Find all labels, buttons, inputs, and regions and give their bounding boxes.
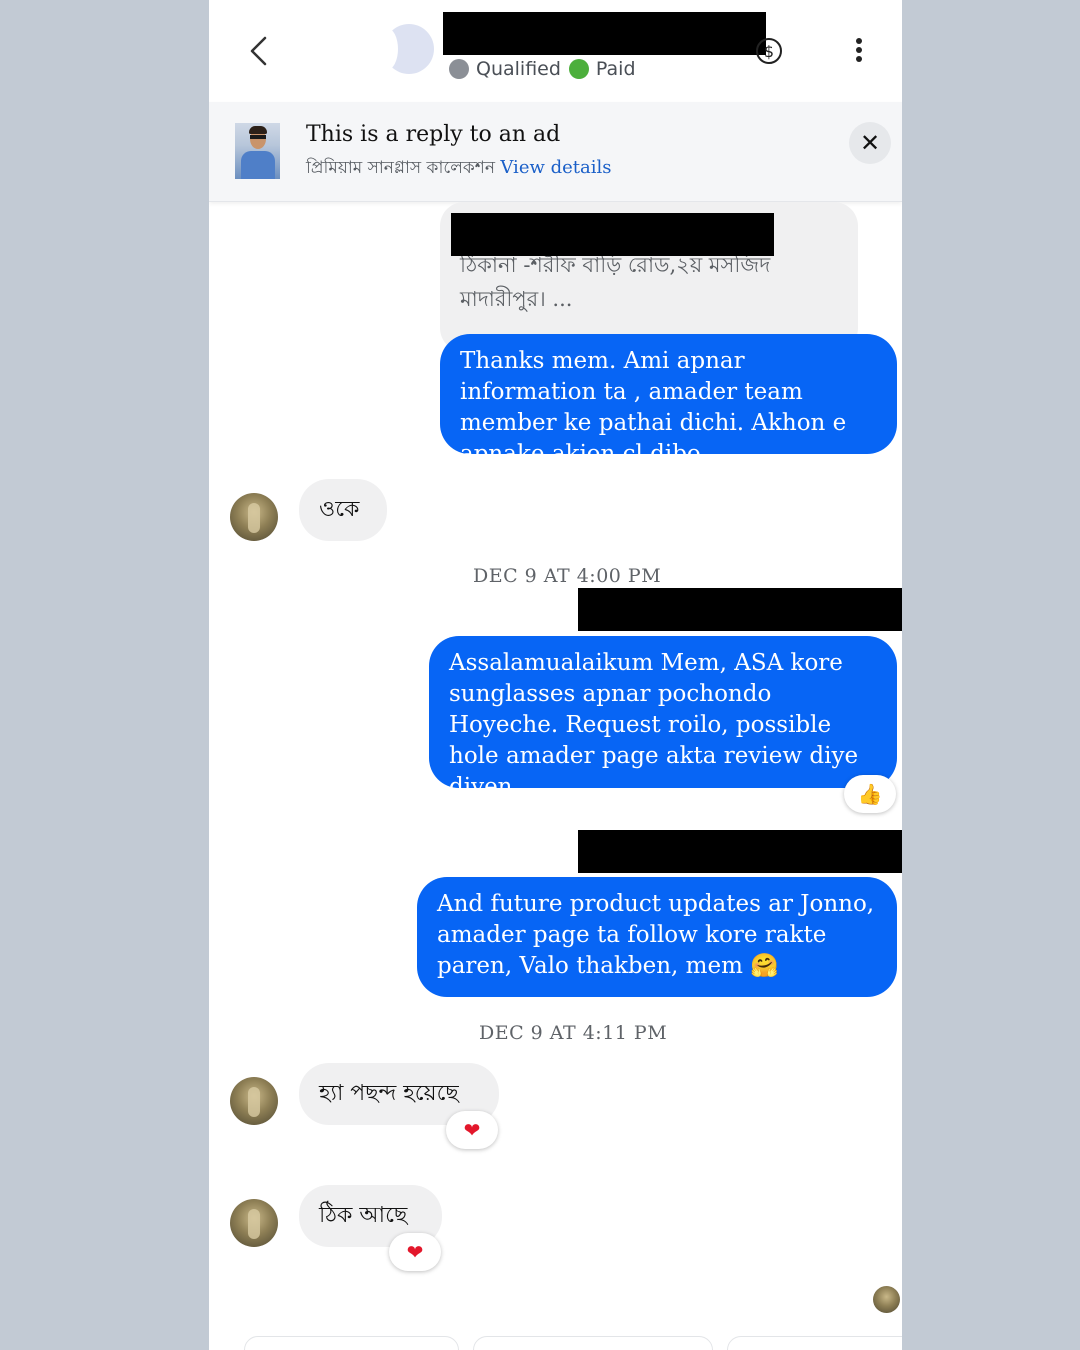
redacted-sender-label [578,588,902,631]
incoming-message[interactable]: ওকে [299,479,387,541]
heart-reaction[interactable]: ❤ [446,1111,498,1149]
thumbs-up-reaction[interactable]: 👍 [844,775,896,813]
outgoing-message-text: Thanks mem. Ami apnar information ta , a… [460,348,847,467]
message-timestamp: DEC 9 AT 4:00 PM [473,565,662,587]
view-details-link[interactable]: View details [500,157,611,178]
quick-reply-chip[interactable] [727,1336,902,1350]
heart-reaction[interactable]: ❤ [389,1233,441,1271]
svg-text:$: $ [764,42,774,61]
close-ad-banner-button[interactable]: ✕ [849,122,891,164]
contact-avatar[interactable] [230,1199,278,1247]
paid-dot-icon [568,59,589,79]
chat-header: Qualified Paid $ [209,0,902,102]
messenger-screen: Qualified Paid $ This is a reply to an a… [209,0,902,1350]
status-qualified-label: Qualified [476,58,561,80]
heart-icon: ❤ [406,1240,424,1264]
close-icon: ✕ [859,129,881,157]
redacted-contact-name [443,12,766,55]
outgoing-message[interactable]: Thanks mem. Ami apnar information ta , a… [440,334,897,467]
contact-avatar-header[interactable] [376,24,434,74]
outgoing-message[interactable]: Assalamualaikum Mem, ASA kore sunglasses… [429,636,897,800]
ad-product-name: প্রিমিয়াম সানগ্লাস কালেকশন [306,158,495,178]
incoming-message-text: হ্যা পছন্দ হয়েছে [319,1080,459,1106]
ad-thumbnail[interactable] [235,123,280,179]
redacted-quoted-sender [451,213,774,256]
quick-reply-chip[interactable] [244,1336,459,1350]
quoted-message-text: ঠিকানা -শরীফ বাড়ি রোড,২য় মসজিদ মাদারীপ… [460,253,771,311]
dollar-icon[interactable]: $ [755,37,783,65]
status-paid-label: Paid [595,58,636,80]
outgoing-message[interactable]: And future product updates ar Jonno, ama… [417,877,897,997]
incoming-message-text: ওকে [319,496,360,522]
ad-subtitle-row: প্রিমিয়াম সানগ্লাস কালেকশন View details [306,155,612,183]
hugging-face-icon: 🤗 [750,953,779,979]
incoming-message-text: ঠিক আছে [319,1202,408,1228]
seen-avatar-icon [873,1286,900,1313]
status-qualified[interactable]: Qualified [449,58,561,80]
message-timestamp: DEC 9 AT 4:11 PM [479,1022,668,1044]
status-paid[interactable]: Paid [568,58,636,80]
qualified-dot-icon [449,59,469,79]
outgoing-message-text: Assalamualaikum Mem, ASA kore sunglasses… [449,650,859,800]
contact-avatar[interactable] [230,1077,278,1125]
heart-icon: ❤ [463,1118,481,1142]
outgoing-message-text: And future product updates ar Jonno, ama… [437,891,875,979]
contact-avatar[interactable] [230,493,278,541]
more-vertical-icon[interactable] [849,36,869,66]
ad-reply-banner: This is a reply to an ad প্রিমিয়াম সানগ… [209,102,902,202]
thumbs-up-icon: 👍 [857,782,883,806]
back-arrow-icon[interactable] [245,34,273,68]
redacted-sender-label [578,830,902,873]
quick-reply-chip[interactable] [473,1336,713,1350]
ad-reply-title: This is a reply to an ad [306,122,561,147]
status-labels: Qualified Paid [449,55,644,83]
